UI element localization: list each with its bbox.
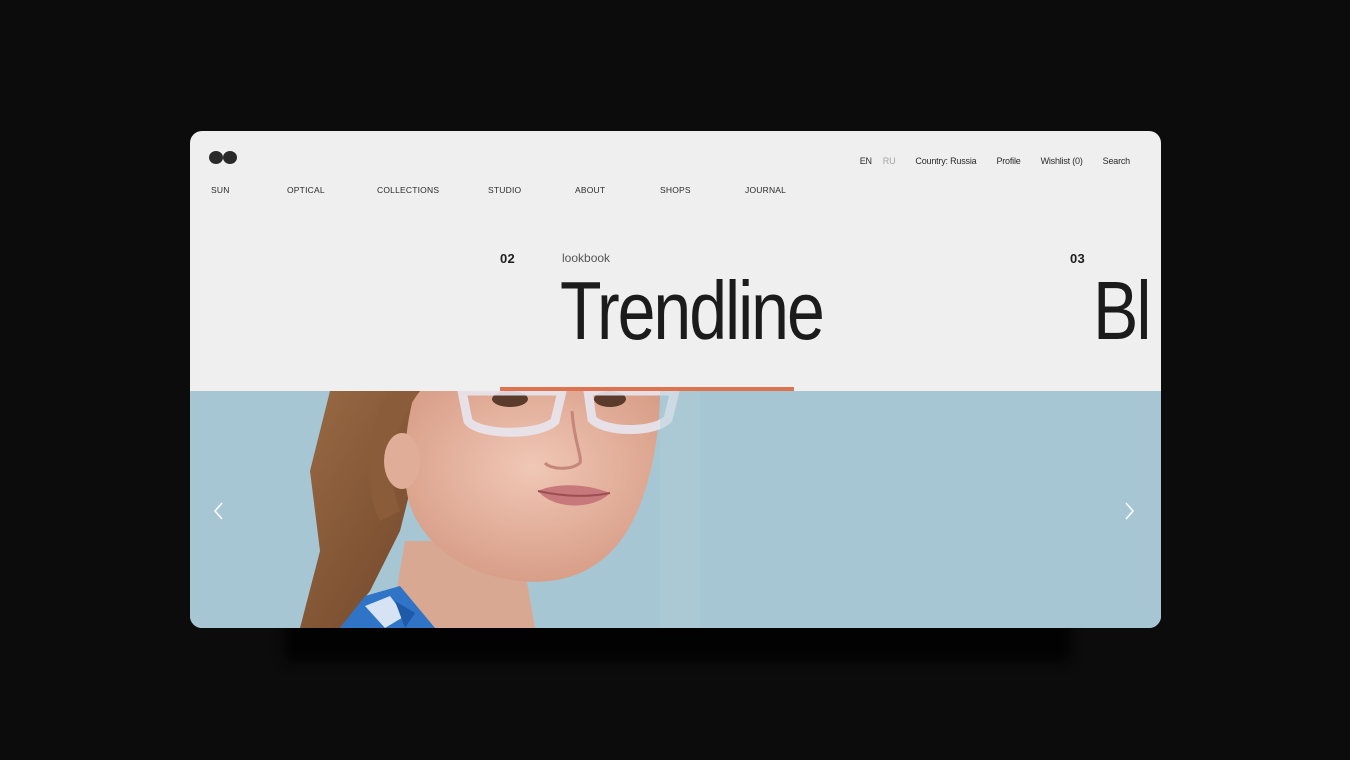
wishlist-link[interactable]: Wishlist (0) [1041,156,1083,166]
slide-title-next[interactable]: Bl [1093,269,1151,352]
hero-image [190,391,1161,628]
model-portrait-illustration [300,391,700,628]
nav-item-optical[interactable]: OPTICAL [287,185,325,195]
nav-item-journal[interactable]: JOURNAL [745,185,786,195]
search-link[interactable]: Search [1103,156,1131,166]
slide-kicker: lookbook [562,251,611,265]
utility-bar: EN RU Country: Russia Profile Wishlist (… [860,156,1131,166]
logo-glasses-icon[interactable] [209,151,237,165]
nav-item-about[interactable]: ABOUT [575,185,605,195]
profile-link[interactable]: Profile [996,156,1020,166]
chevron-right-icon[interactable] [1119,499,1139,523]
slide-number-current: 02 [500,251,516,266]
slide-title-current[interactable]: Trendline [560,269,825,352]
lang-en[interactable]: EN [860,156,872,166]
nav-item-sun[interactable]: SUN [211,185,230,195]
slide-number-next: 03 [1070,251,1086,266]
nav-item-shops[interactable]: SHOPS [660,185,691,195]
browser-window: EN RU Country: Russia Profile Wishlist (… [190,131,1161,628]
country-selector[interactable]: Country: Russia [915,156,976,166]
chevron-left-icon[interactable] [209,499,229,523]
lang-ru[interactable]: RU [883,156,896,166]
nav-item-studio[interactable]: STUDIO [488,185,521,195]
nav-item-collections[interactable]: COLLECTIONS [377,185,439,195]
